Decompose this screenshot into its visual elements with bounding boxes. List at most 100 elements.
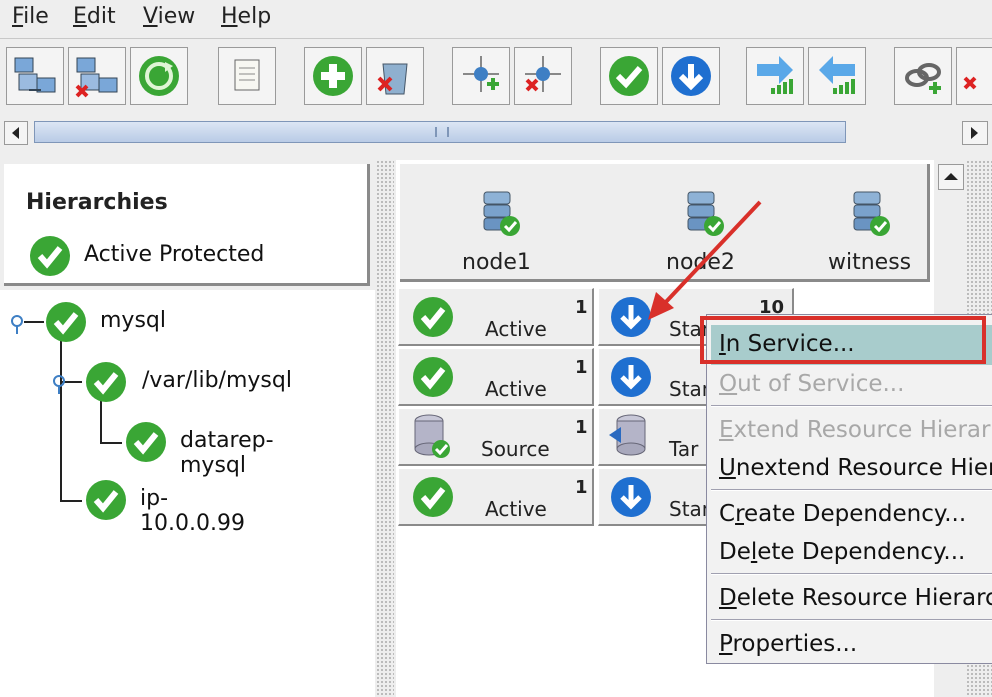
mnemonic: O [719,371,738,397]
scroll-grip-icon [435,127,449,137]
menu-separator [711,573,992,575]
tree-node-label: mysql [100,308,166,333]
mnemonic: r [735,501,745,527]
toolbar-scrollbar[interactable] [0,117,992,147]
menu-help-mnemonic: H [221,4,238,29]
annotation-highlight-box [700,316,986,364]
tree-line [60,500,82,502]
mnemonic: E [719,417,734,443]
context-menu: In Service... Out of Service... Extend R… [706,314,992,664]
menu-file-mnemonic: F [12,4,24,29]
up-arrow-icon [944,173,958,180]
unextend-left-arrow-icon [819,56,855,94]
node1-label: node1 [462,250,531,275]
menu-file-label: ile [23,4,49,29]
tree-line [24,321,44,323]
unextend-hierarchy-button[interactable] [808,47,866,105]
delete-dependency-button[interactable] [956,47,992,105]
tree-line [60,320,62,500]
menu-file[interactable]: File [12,4,49,29]
scroll-up-button[interactable] [938,164,964,190]
delete-resource-button[interactable] [366,47,424,105]
delete-comm-path-button[interactable] [514,47,572,105]
data-source-icon [414,414,450,458]
tree-line [100,442,122,444]
hierarchy-tree: mysql /var/lib/mysql datarep-mysql ip-10… [0,290,375,697]
menu-item-unextend-hierarchy[interactable]: Unextend Resource Hier [719,455,992,481]
toolbar [0,38,992,118]
menu-help[interactable]: Help [221,4,271,29]
menu-label: xtend Resource Hierar [733,417,991,443]
scroll-left-button[interactable] [4,121,28,145]
menu-item-properties[interactable]: Properties... [719,631,857,657]
connect-server-button[interactable] [6,47,64,105]
left-arrow-icon [12,127,19,139]
menu-item-delete-dependency[interactable]: Delete Dependency... [719,539,965,565]
mnemonic: D [719,585,737,611]
scroll-thumb[interactable] [34,121,846,143]
menu-view[interactable]: View [143,4,195,29]
status-cell-node1[interactable]: Source 1 [398,408,594,466]
menu-label-prefix: De [719,539,751,565]
menu-label-prefix: C [719,501,736,527]
priority-number: 1 [575,417,588,438]
panel-splitter[interactable] [376,160,394,697]
state-label: Source [481,437,550,461]
delete-resource-icon [377,63,408,95]
add-comm-path-button[interactable] [452,47,510,105]
link-delete-icon [963,76,977,90]
active-check-icon [30,236,70,276]
standby-arrow-icon [611,477,651,517]
data-target-icon [609,414,646,456]
connect-server-icon [14,57,56,93]
menu-item-create-dependency[interactable]: Create Dependency... [719,501,966,527]
scroll-log-icon [234,59,260,91]
scroll-right-button[interactable] [962,121,988,145]
menu-view-mnemonic: V [143,4,158,29]
priority-number: 1 [575,297,588,318]
active-check-icon [86,362,126,402]
state-label: Tar [669,437,699,461]
menu-help-label: elp [237,4,272,29]
menu-label: nextend Resource Hier [735,455,992,481]
active-check-icon [413,477,453,517]
out-of-service-button[interactable] [662,47,720,105]
standby-arrow-icon [611,357,651,397]
tree-node-label: ip-10.0.0.99 [140,486,245,536]
expand-handle-icon[interactable] [10,314,26,336]
menu-bar: File Edit View Help [0,0,992,36]
create-dependency-button[interactable] [894,47,952,105]
menu-edit[interactable]: Edit [73,4,116,29]
menu-label: elete Resource Hierarc [736,585,992,611]
status-cell-node1[interactable]: Active 1 [398,468,594,526]
mnemonic: U [719,455,736,481]
refresh-button[interactable] [130,47,188,105]
add-comm-path-icon [463,56,499,92]
menu-separator [711,619,992,621]
status-cell-node1[interactable]: Active 1 [398,288,594,346]
status-cell-node1[interactable]: Active 1 [398,348,594,406]
menu-item-delete-hierarchy[interactable]: Delete Resource Hierarc [719,585,992,611]
in-service-button[interactable] [600,47,658,105]
disconnect-server-icon [75,57,118,98]
active-check-icon [413,297,453,337]
priority-number: 1 [575,477,588,498]
state-label: Active [485,377,547,401]
menu-view-label: iew [157,4,196,29]
status-label: Active Protected [84,242,265,267]
menu-separator [711,489,992,491]
witness-label: witness [828,250,912,275]
hierarchies-title: Hierarchies [26,190,168,215]
menu-separator [711,405,992,407]
log-button[interactable] [218,47,276,105]
create-resource-button[interactable] [304,47,362,105]
menu-label: roperties... [732,631,858,657]
server-node-icon [853,191,890,236]
extend-hierarchy-button[interactable] [746,47,804,105]
disconnect-server-button[interactable] [68,47,126,105]
tree-node-label: /var/lib/mysql [142,368,292,393]
menu-edit-label: dit [86,4,116,29]
state-label: Active [485,317,547,341]
expand-handle-icon[interactable] [52,374,68,396]
priority-number: 1 [575,357,588,378]
